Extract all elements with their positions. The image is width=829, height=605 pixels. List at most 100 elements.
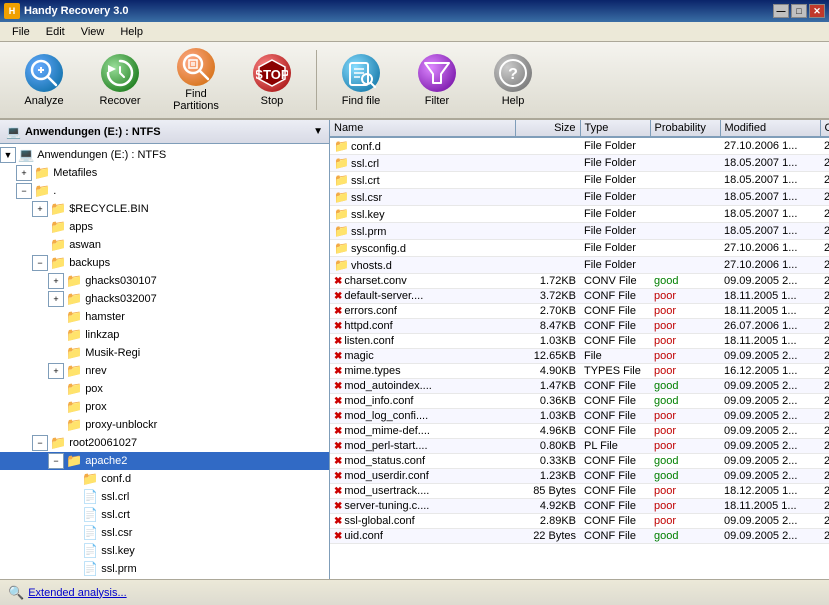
tree-item-root20061027[interactable]: −📁root20061027	[0, 434, 329, 452]
maximize-button[interactable]: □	[791, 4, 807, 18]
col-header-name[interactable]: Name	[330, 120, 515, 137]
find-file-button[interactable]: Find file	[325, 46, 397, 114]
tree-item-proxy-unblockr[interactable]: 📁proxy-unblockr	[0, 416, 329, 434]
tree-item-aswan[interactable]: 📁aswan	[0, 236, 329, 254]
tree-item-sslcrt[interactable]: 📄ssl.crt	[0, 506, 329, 524]
table-row[interactable]: ✖mod_mime-def....4.96KBCONF Filepoor09.0…	[330, 424, 829, 439]
tree-toggle-recycle[interactable]: +	[32, 201, 48, 217]
find-partitions-button[interactable]: Find Partitions	[160, 46, 232, 114]
tree-toggle-nrev[interactable]: +	[48, 363, 64, 379]
col-header-type[interactable]: Type	[580, 120, 650, 137]
table-row[interactable]: ✖mime.types4.90KBTYPES Filepoor16.12.200…	[330, 364, 829, 379]
file-created-cell: 27.10.2006 1...	[820, 379, 829, 394]
table-row[interactable]: ✖server-tuning.c....4.92KBCONF Filepoor1…	[330, 499, 829, 514]
tree-item-hamster[interactable]: 📁hamster	[0, 308, 329, 326]
tree-toggle-ghacks032007[interactable]: +	[48, 291, 64, 307]
table-row[interactable]: ✖mod_usertrack....85 BytesCONF Filepoor1…	[330, 484, 829, 499]
col-header-modified[interactable]: Modified	[720, 120, 820, 137]
tree-toggle-backups[interactable]: −	[32, 255, 48, 271]
table-row[interactable]: ✖default-server....3.72KBCONF Filepoor18…	[330, 289, 829, 304]
table-row[interactable]: 📁ssl.crlFile Folder18.05.2007 1...27.10.…	[330, 155, 829, 172]
close-button[interactable]: ✕	[809, 4, 825, 18]
tree-item-sslcsr[interactable]: 📄ssl.csr	[0, 524, 329, 542]
file-type-cell: CONV File	[580, 274, 650, 289]
minimize-button[interactable]: —	[773, 4, 789, 18]
table-row[interactable]: 📁ssl.prmFile Folder18.05.2007 1...27.10.…	[330, 223, 829, 240]
tree-item-prox[interactable]: 📁prox	[0, 398, 329, 416]
tree-item-recycle[interactable]: +📁$RECYCLE.BIN	[0, 200, 329, 218]
table-row[interactable]: ✖mod_info.conf0.36KBCONF Filegood09.09.2…	[330, 394, 829, 409]
table-row[interactable]: 📁ssl.csrFile Folder18.05.2007 1...27.10.…	[330, 189, 829, 206]
tree-container[interactable]: ▼💻Anwendungen (E:) : NTFS+📁Metafiles−📁.+…	[0, 144, 329, 579]
svg-text:?: ?	[508, 66, 518, 83]
file-size-cell: 4.96KB	[515, 424, 580, 439]
menu-edit[interactable]: Edit	[38, 24, 73, 40]
tree-item-sslprm[interactable]: 📄ssl.prm	[0, 560, 329, 578]
table-row[interactable]: ✖charset.conv1.72KBCONV Filegood09.09.20…	[330, 274, 829, 289]
tree-item-sysconfigd[interactable]: 📁sysconfig.d	[0, 578, 329, 579]
file-name-cell: 📁ssl.crt	[330, 172, 515, 189]
col-header-created[interactable]: Created	[820, 120, 829, 137]
tree-item-musik-regi[interactable]: 📁Musik-Regi	[0, 344, 329, 362]
status-text[interactable]: Extended analysis...	[28, 587, 126, 599]
tree-item-pox[interactable]: 📁pox	[0, 380, 329, 398]
table-row[interactable]: 📁sysconfig.dFile Folder27.10.2006 1...27…	[330, 240, 829, 257]
file-icon: ✖	[334, 486, 342, 497]
table-row[interactable]: 📁ssl.crtFile Folder18.05.2007 1...27.10.…	[330, 172, 829, 189]
file-table-container[interactable]: Name Size Type Probability Modified Crea…	[330, 120, 829, 579]
tree-toggle-root20061027[interactable]: −	[32, 435, 48, 451]
tree-toggle-dot[interactable]: −	[16, 183, 32, 199]
analyze-button[interactable]: Analyze	[8, 46, 80, 114]
tree-item-confd[interactable]: 📁conf.d	[0, 470, 329, 488]
tree-label-sslcrt: ssl.crt	[101, 509, 130, 521]
tree-toggle-anwendungen[interactable]: ▼	[0, 147, 16, 163]
tree-toggle-ghacks030107[interactable]: +	[48, 273, 64, 289]
table-row[interactable]: ✖mod_perl-start....0.80KBPL Filepoor09.0…	[330, 439, 829, 454]
file-modified-cell: 27.10.2006 1...	[720, 240, 820, 257]
menu-file[interactable]: File	[4, 24, 38, 40]
filter-button[interactable]: Filter	[401, 46, 473, 114]
recover-button[interactable]: Recover	[84, 46, 156, 114]
tree-item-dot[interactable]: −📁.	[0, 182, 329, 200]
table-row[interactable]: ✖uid.conf22 BytesCONF Filegood09.09.2005…	[330, 529, 829, 544]
menu-view[interactable]: View	[73, 24, 113, 40]
tree-item-nrev[interactable]: +📁nrev	[0, 362, 329, 380]
file-prob-cell: poor	[650, 484, 720, 499]
file-name-cell: ✖mime.types	[330, 364, 515, 379]
table-row[interactable]: ✖mod_status.conf0.33KBCONF Filegood09.09…	[330, 454, 829, 469]
table-row[interactable]: 📁vhosts.dFile Folder27.10.2006 1...27.10…	[330, 257, 829, 274]
tree-item-sslkey[interactable]: 📄ssl.key	[0, 542, 329, 560]
file-name-cell: ✖mod_userdir.conf	[330, 469, 515, 484]
table-row[interactable]: ✖httpd.conf8.47KBCONF Filepoor26.07.2006…	[330, 319, 829, 334]
stop-button[interactable]: STOP Stop	[236, 46, 308, 114]
col-header-size[interactable]: Size	[515, 120, 580, 137]
col-header-prob[interactable]: Probability	[650, 120, 720, 137]
tree-item-anwendungen[interactable]: ▼💻Anwendungen (E:) : NTFS	[0, 146, 329, 164]
menu-help[interactable]: Help	[112, 24, 151, 40]
table-row[interactable]: ✖mod_userdir.conf1.23KBCONF Filegood09.0…	[330, 469, 829, 484]
tree-item-linkzap[interactable]: 📁linkzap	[0, 326, 329, 344]
tree-toggle-apache2[interactable]: −	[48, 453, 64, 469]
left-panel: 💻 Anwendungen (E:) : NTFS ▼ ▼💻Anwendunge…	[0, 120, 330, 579]
table-row[interactable]: ✖errors.conf2.70KBCONF Filepoor18.11.200…	[330, 304, 829, 319]
tree-item-apps[interactable]: 📁apps	[0, 218, 329, 236]
tree-item-sslcrl[interactable]: 📄ssl.crl	[0, 488, 329, 506]
help-button[interactable]: ? Help	[477, 46, 549, 114]
tree-item-apache2[interactable]: −📁apache2	[0, 452, 329, 470]
table-row[interactable]: 📁ssl.keyFile Folder18.05.2007 1...27.10.…	[330, 206, 829, 223]
status-icon: 🔍	[8, 585, 24, 601]
drive-dropdown[interactable]: ▼	[313, 126, 323, 137]
table-row[interactable]: ✖listen.conf1.03KBCONF Filepoor18.11.200…	[330, 334, 829, 349]
table-row[interactable]: ✖magic12.65KBFilepoor09.09.2005 2...27.1…	[330, 349, 829, 364]
tree-item-metafiles[interactable]: +📁Metafiles	[0, 164, 329, 182]
table-row[interactable]: 📁conf.dFile Folder27.10.2006 1...27.10.2…	[330, 137, 829, 155]
tree-toggle-metafiles[interactable]: +	[16, 165, 32, 181]
table-row[interactable]: ✖mod_autoindex....1.47KBCONF Filegood09.…	[330, 379, 829, 394]
tree-item-ghacks032007[interactable]: +📁ghacks032007	[0, 290, 329, 308]
table-row[interactable]: ✖ssl-global.conf2.89KBCONF Filepoor09.09…	[330, 514, 829, 529]
tree-label-confd: conf.d	[101, 473, 131, 485]
tree-item-ghacks030107[interactable]: +📁ghacks030107	[0, 272, 329, 290]
tree-item-backups[interactable]: −📁backups	[0, 254, 329, 272]
file-type-cell: CONF File	[580, 469, 650, 484]
table-row[interactable]: ✖mod_log_confi....1.03KBCONF Filepoor09.…	[330, 409, 829, 424]
